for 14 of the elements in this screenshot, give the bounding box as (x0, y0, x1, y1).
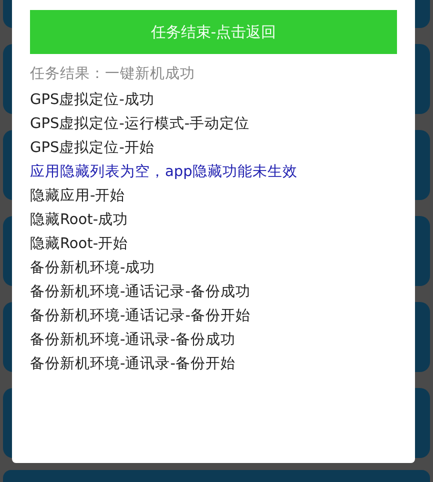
log-line: 应用隐藏列表为空，app隐藏功能未生效 (30, 162, 298, 182)
log-line: 隐藏应用-开始 (30, 186, 126, 206)
log-line: 备份新机环境-通话记录-备份开始 (30, 306, 252, 326)
log-line: 隐藏Root-开始 (30, 235, 130, 254)
log-line: 备份新机环境-通话记录-备份成功 (30, 282, 252, 302)
log-line: GPS虚拟定位-成功 (30, 90, 156, 110)
log-line: GPS虚拟定位-运行模式-手动定位 (30, 114, 251, 134)
log-line: 任务结果：一键新机成功 (30, 64, 196, 84)
return-button[interactable]: 任务结束-点击返回 (30, 10, 397, 54)
log-line: 备份新机环境-通讯录-备份成功 (30, 330, 236, 350)
log-line: 备份新机环境-通讯录-备份开始 (30, 354, 236, 374)
log-line: 备份新机环境-成功 (30, 258, 156, 278)
log-line: 隐藏Root-成功 (30, 211, 130, 230)
log-line: GPS虚拟定位-开始 (30, 138, 156, 158)
